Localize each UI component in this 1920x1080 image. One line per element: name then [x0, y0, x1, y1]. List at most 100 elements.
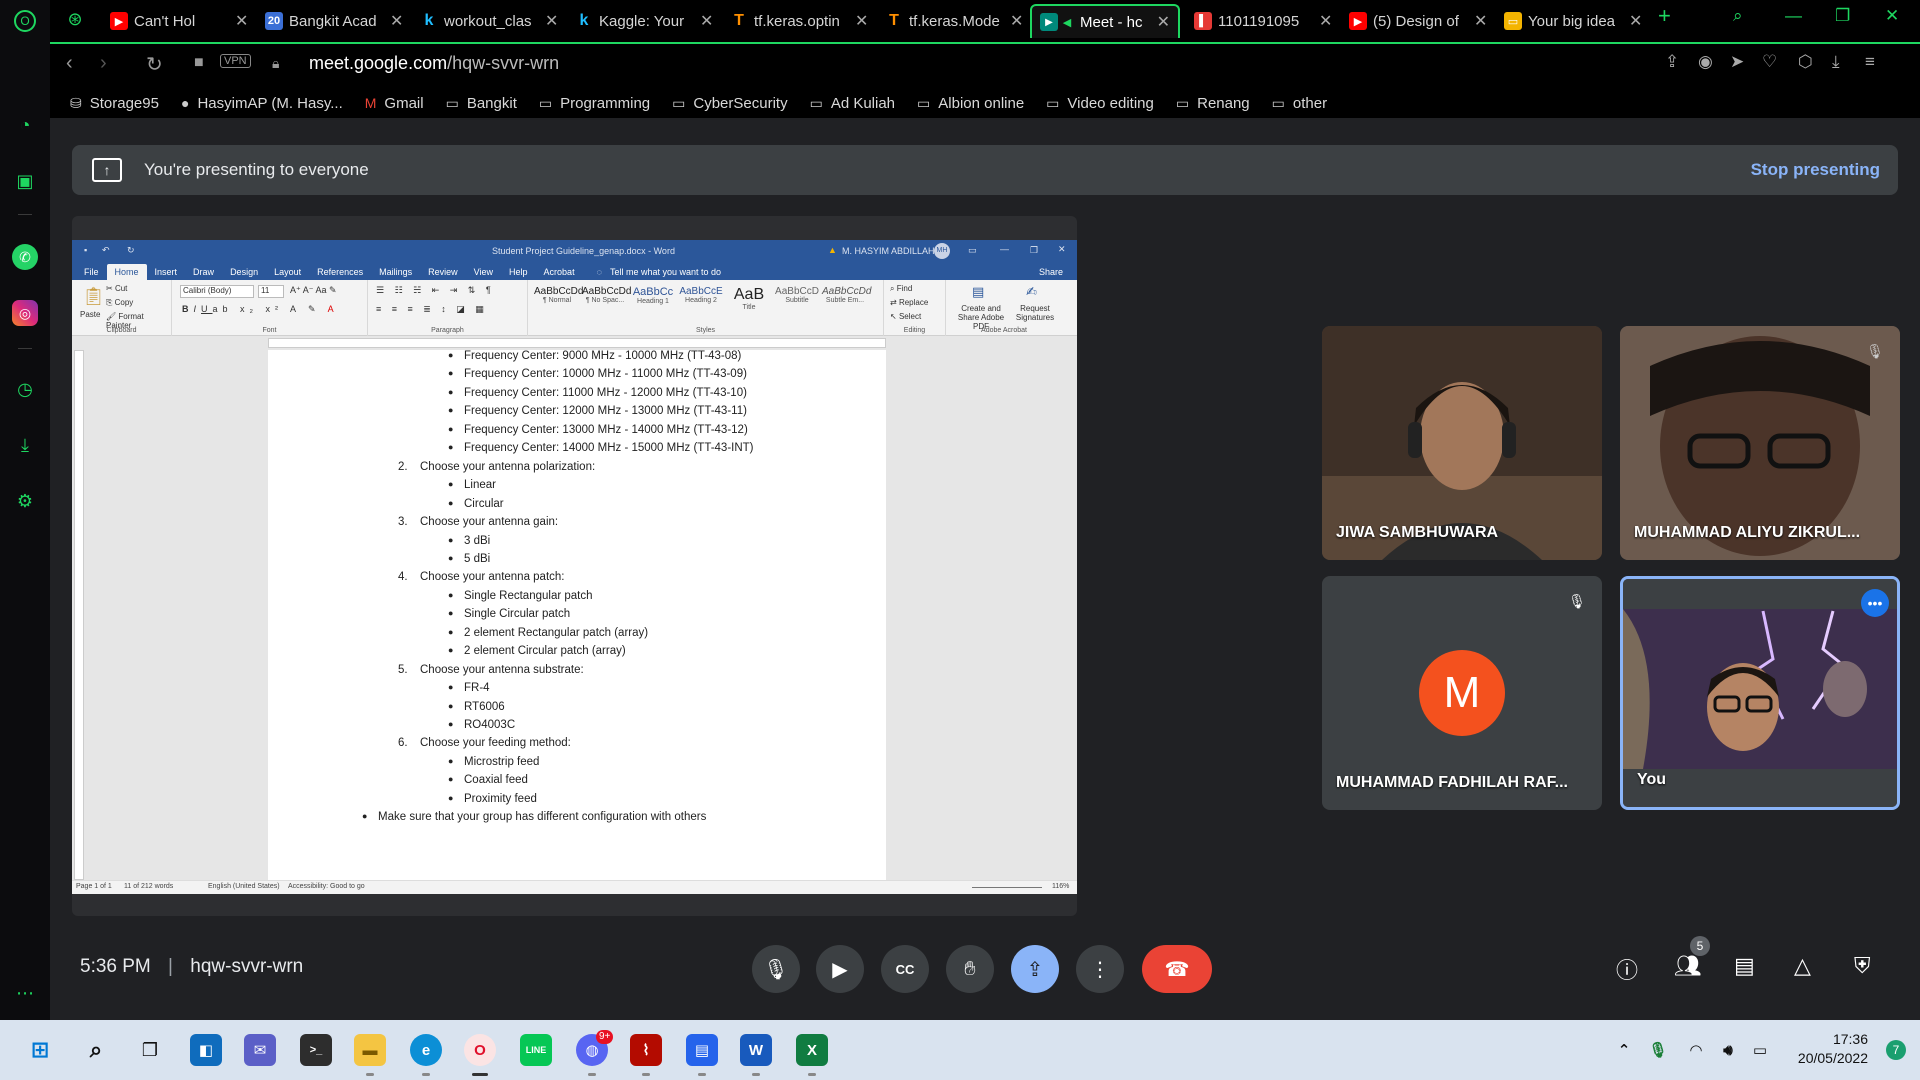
activities-icon[interactable]: △: [1794, 953, 1811, 979]
close-tab-icon[interactable]: ✕: [1319, 11, 1332, 31]
browser-tab[interactable]: 20 Bangkit Acad ✕: [257, 4, 412, 38]
style-name: Title: [742, 304, 756, 311]
minimize-icon[interactable]: —: [1785, 6, 1802, 26]
close-tab-icon[interactable]: ✕: [700, 11, 713, 31]
snapshot-icon[interactable]: ◉: [1698, 52, 1713, 72]
bookmark-folder[interactable]: ▭ Bangkit: [446, 95, 517, 112]
send-icon[interactable]: ➤: [1730, 52, 1744, 72]
url-field[interactable]: meet.google.com/hqw-svvr-wrn: [309, 53, 559, 74]
gamepad-icon[interactable]: ⊛: [62, 6, 88, 32]
terminal-icon[interactable]: >_: [300, 1034, 332, 1066]
bookmark-github[interactable]: ● HasyimAP (M. Hasy...: [181, 95, 343, 112]
people-icon[interactable]: 👥︎: [1674, 953, 1702, 979]
browser-tab[interactable]: ▭ Your big idea ✕: [1496, 4, 1651, 38]
camera-icon[interactable]: ■: [194, 54, 204, 72]
present-button[interactable]: ⇪: [1011, 945, 1059, 993]
bookmark-folder[interactable]: ▭ CyberSecurity: [672, 95, 787, 112]
more-icon[interactable]: ⋯: [12, 980, 38, 1006]
browser-tab[interactable]: k workout_clas ✕: [412, 4, 567, 38]
browser-tab[interactable]: ▶ Can't Hol ✕: [102, 4, 257, 38]
notification-badge[interactable]: 7: [1886, 1040, 1906, 1060]
file-explorer-icon[interactable]: ▬: [354, 1034, 386, 1066]
settings-icon[interactable]: ⚙: [12, 488, 38, 514]
participant-tile[interactable]: M 🎙︎ MUHAMMAD FADHILAH RAF...: [1322, 576, 1602, 810]
browser-tab[interactable]: ▌ 1101191095 ✕: [1186, 4, 1341, 38]
camera-button[interactable]: ▶: [816, 945, 864, 993]
download-icon[interactable]: ⤓: [12, 432, 38, 458]
close-tab-icon[interactable]: ✕: [1474, 11, 1487, 31]
stop-presenting-button[interactable]: Stop presenting: [1751, 160, 1880, 180]
bookmark-gmail[interactable]: M Gmail: [365, 95, 424, 112]
heart-icon[interactable]: ♡: [1762, 52, 1777, 72]
bookmark-folder[interactable]: ▭ other: [1272, 95, 1327, 112]
chat-icon[interactable]: ▤: [1734, 953, 1755, 979]
box-icon[interactable]: ⬡: [1798, 52, 1813, 72]
notepad-icon[interactable]: ▤: [686, 1034, 718, 1066]
reload-icon[interactable]: ↻: [146, 52, 163, 77]
captions-button[interactable]: CC: [881, 945, 929, 993]
bookmark-folder[interactable]: ▭ Programming: [539, 95, 650, 112]
opera-icon[interactable]: O: [464, 1034, 496, 1066]
close-tab-icon[interactable]: ✕: [545, 11, 558, 31]
opera-logo-icon[interactable]: O: [14, 10, 36, 32]
history-icon[interactable]: ◷: [12, 376, 38, 402]
close-tab-icon[interactable]: ✕: [1010, 11, 1023, 31]
line-icon[interactable]: LINE: [520, 1034, 552, 1066]
browser-tab[interactable]: k Kaggle: Your ✕: [567, 4, 722, 38]
battery-icon[interactable]: ▭: [1744, 1034, 1776, 1066]
show-hidden-icons-icon[interactable]: ⌃: [1608, 1034, 1640, 1066]
bookmark-folder[interactable]: ▭ Video editing: [1046, 95, 1154, 112]
search-tabs-icon[interactable]: ⌕: [1733, 6, 1743, 26]
chat-icon[interactable]: ✉: [244, 1034, 276, 1066]
word-icon[interactable]: W: [740, 1034, 772, 1066]
info-icon[interactable]: ⓘ: [1616, 953, 1638, 985]
close-tab-icon[interactable]: ✕: [855, 11, 868, 31]
instagram-icon[interactable]: ◎: [12, 300, 38, 326]
downloads-icon[interactable]: ⤓: [1832, 52, 1840, 72]
browser-tab[interactable]: Ttf.keras.Mode ✕: [877, 4, 1032, 38]
acrobat-icon[interactable]: ⌇: [630, 1034, 662, 1066]
restore-icon[interactable]: ❐: [1835, 6, 1850, 26]
bookmark-folder[interactable]: ▭ Renang: [1176, 95, 1250, 112]
browser-tab[interactable]: Ttf.keras.optin ✕: [722, 4, 877, 38]
bookmark-folder[interactable]: ▭ Ad Kuliah: [810, 95, 895, 112]
participant-tile[interactable]: JIWA SAMBHUWARA: [1322, 326, 1602, 560]
forward-icon[interactable]: ›: [100, 52, 107, 75]
self-tile[interactable]: ••• You: [1620, 576, 1900, 810]
close-tab-icon[interactable]: ✕: [235, 11, 248, 31]
wifi-icon[interactable]: ◠: [1680, 1034, 1712, 1066]
shopping-icon[interactable]: ▣: [12, 168, 38, 194]
menu-icon[interactable]: ≡: [1865, 52, 1875, 72]
excel-icon[interactable]: X: [796, 1034, 828, 1066]
more-options-icon[interactable]: •••: [1861, 589, 1889, 617]
close-tab-icon[interactable]: ✕: [390, 11, 403, 31]
host-controls-icon[interactable]: ⛨: [1854, 953, 1871, 979]
back-icon[interactable]: ‹: [66, 52, 73, 75]
task-view-icon[interactable]: ❐: [134, 1034, 166, 1066]
whatsapp-icon[interactable]: ✆: [12, 244, 38, 270]
windows-start-icon[interactable]: ⊞: [24, 1034, 56, 1066]
edge-icon[interactable]: e: [410, 1034, 442, 1066]
browser-tab-active[interactable]: ▶ ◀ Meet - hc ✕: [1030, 4, 1180, 38]
paste-icon: 📋︎: [82, 286, 105, 306]
search-icon[interactable]: ⌕: [80, 1034, 112, 1066]
widgets-icon[interactable]: ◧: [190, 1034, 222, 1066]
bookmark-storage95[interactable]: ⛁ Storage95: [70, 95, 159, 112]
new-tab-icon[interactable]: +: [1658, 3, 1671, 29]
close-tab-icon[interactable]: ✕: [1629, 11, 1642, 31]
speed-dial-icon[interactable]: ◔: [12, 112, 38, 138]
microphone-button[interactable]: 🎙︎: [752, 945, 800, 993]
more-options-button[interactable]: ⋮: [1076, 945, 1124, 993]
vpn-badge[interactable]: VPN: [220, 54, 251, 68]
close-window-icon[interactable]: ✕: [1885, 6, 1899, 26]
tray-clock[interactable]: 17:36 20/05/2022: [1798, 1030, 1868, 1068]
browser-tab[interactable]: ▶ (5) Design of ✕: [1341, 4, 1496, 38]
participant-tile[interactable]: 🎙︎ MUHAMMAD ALIYU ZIKRUL...: [1620, 326, 1900, 560]
share-icon[interactable]: ⇪: [1665, 52, 1679, 72]
volume-icon[interactable]: 🔊︎: [1712, 1034, 1744, 1066]
microphone-in-use-icon[interactable]: 🎙︎: [1642, 1034, 1674, 1066]
bookmark-folder[interactable]: ▭ Albion online: [917, 95, 1024, 112]
raise-hand-button[interactable]: ✋︎: [946, 945, 994, 993]
end-call-button[interactable]: ☎: [1142, 945, 1212, 993]
close-tab-icon[interactable]: ✕: [1157, 12, 1170, 32]
